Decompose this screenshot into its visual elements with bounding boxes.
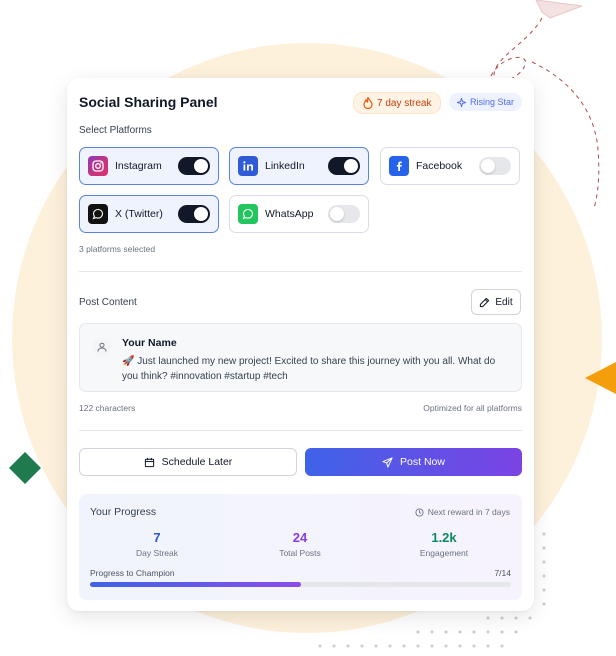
schedule-later-button[interactable]: Schedule Later [79, 448, 297, 476]
platform-instagram[interactable]: Instagram [79, 147, 219, 185]
send-icon [382, 456, 393, 468]
platform-whatsapp-label: WhatsApp [265, 208, 314, 220]
champion-progress-fill [90, 582, 301, 587]
facebook-toggle[interactable] [479, 157, 511, 175]
divider [79, 430, 522, 431]
stat-day-streak-value: 7 [153, 530, 161, 545]
platform-linkedin[interactable]: LinkedIn [229, 147, 369, 185]
platforms-selected-count: 3 platforms selected [79, 244, 156, 254]
platform-x-twitter-label: X (Twitter) [115, 208, 163, 220]
stat-engagement-value: 1.2k [431, 530, 457, 545]
user-icon [97, 342, 107, 352]
next-reward: Next reward in 7 days [415, 507, 510, 517]
post-preview[interactable]: Your Name 🚀 Just launched my new project… [79, 323, 522, 392]
champion-progress-bar [90, 582, 511, 587]
next-reward-label: Next reward in 7 days [427, 507, 510, 517]
platform-whatsapp[interactable]: WhatsApp [229, 195, 369, 233]
instagram-icon [88, 156, 108, 176]
schedule-later-label: Schedule Later [161, 456, 233, 468]
whatsapp-toggle[interactable] [328, 205, 360, 223]
flame-icon [363, 97, 373, 109]
calendar-icon [144, 457, 154, 467]
platform-facebook-label: Facebook [416, 160, 463, 172]
edit-button-label: Edit [495, 296, 513, 308]
streak-badge: 7 day streak [353, 92, 442, 114]
champion-progress-count: 7/14 [494, 568, 511, 578]
post-now-label: Post Now [400, 456, 445, 468]
divider [79, 271, 522, 272]
post-text: 🚀 Just launched my new project! Excited … [122, 356, 496, 382]
avatar [93, 338, 111, 356]
post-now-button[interactable]: Post Now [305, 448, 522, 476]
streak-badge-label: 7 day streak [377, 97, 432, 109]
champion-progress-label: Progress to Champion [90, 568, 175, 578]
rising-star-badge-label: Rising Star [470, 97, 515, 107]
linkedin-icon [238, 156, 258, 176]
stat-total-posts: 24 Total Posts [245, 530, 355, 558]
linkedin-toggle[interactable] [328, 157, 360, 175]
stat-engagement: 1.2k Engagement [389, 530, 499, 558]
social-sharing-panel: Social Sharing Panel 7 day streak Rising… [67, 78, 534, 611]
x-twitter-toggle[interactable] [178, 205, 210, 223]
progress-title: Your Progress [90, 506, 157, 518]
progress-section: Your Progress Next reward in 7 days 7 Da… [79, 494, 522, 600]
pencil-icon [480, 297, 490, 307]
select-platforms-label: Select Platforms [79, 125, 152, 136]
post-content-label: Post Content [79, 297, 137, 308]
optimized-note: Optimized for all platforms [423, 403, 522, 413]
green-diamond-decoration [9, 452, 41, 484]
stat-engagement-label: Engagement [419, 548, 469, 558]
platform-instagram-label: Instagram [115, 160, 162, 172]
platform-linkedin-label: LinkedIn [265, 160, 305, 172]
stat-total-posts-value: 24 [292, 530, 308, 545]
orange-triangle-decoration [585, 362, 616, 394]
post-author-name: Your Name [122, 337, 177, 349]
instagram-toggle[interactable] [178, 157, 210, 175]
panel-title: Social Sharing Panel [79, 94, 218, 110]
stat-total-posts-label: Total Posts [279, 548, 321, 558]
stat-day-streak: 7 Day Streak [102, 530, 212, 558]
stat-day-streak-label: Day Streak [135, 548, 179, 558]
whatsapp-icon [238, 204, 258, 224]
character-count: 122 characters [79, 403, 136, 413]
platform-facebook[interactable]: Facebook [380, 147, 520, 185]
platform-x-twitter[interactable]: X (Twitter) [79, 195, 219, 233]
x-icon [88, 204, 108, 224]
edit-button[interactable]: Edit [471, 289, 521, 315]
rising-star-badge: Rising Star [449, 93, 523, 111]
facebook-icon [389, 156, 409, 176]
sparkle-icon [457, 97, 466, 107]
clock-icon [415, 507, 424, 517]
